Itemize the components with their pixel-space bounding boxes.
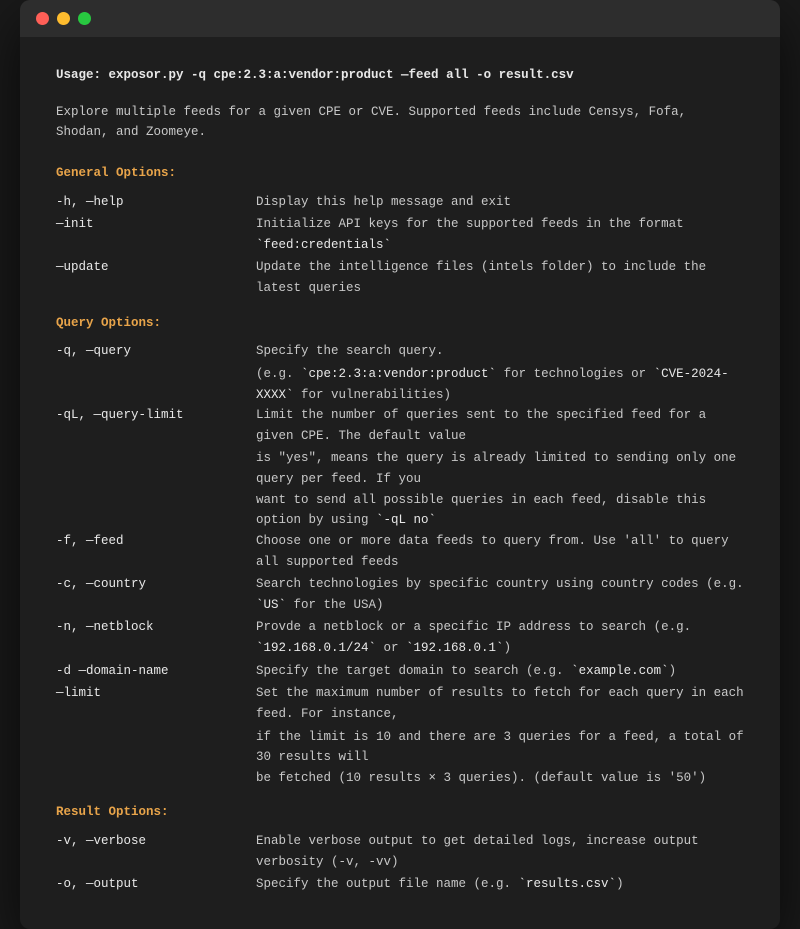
section-header-general: General Options: bbox=[56, 163, 744, 184]
opt-name: -d —domain-name bbox=[56, 661, 256, 682]
opt-name: —update bbox=[56, 257, 256, 298]
opt-desc: Limit the number of queries sent to the … bbox=[256, 405, 744, 446]
opt-name-blank bbox=[56, 490, 256, 531]
option-limit-cont2: be fetched (10 results × 3 queries). (de… bbox=[56, 768, 744, 789]
opt-desc: is "yes", means the query is already lim… bbox=[256, 448, 744, 489]
opt-desc: Choose one or more data feeds to query f… bbox=[256, 531, 744, 572]
option-init: —init Initialize API keys for the suppor… bbox=[56, 214, 744, 255]
option-limit: —limit Set the maximum number of results… bbox=[56, 683, 744, 724]
opt-name-blank bbox=[56, 727, 256, 768]
opt-desc: (e.g. `cpe:2.3:a:vendor:product` for tec… bbox=[256, 364, 744, 405]
option-query: -q, —query Specify the search query. bbox=[56, 341, 744, 362]
option-limit-cont1: if the limit is 10 and there are 3 queri… bbox=[56, 727, 744, 768]
option-output: -o, —output Specify the output file name… bbox=[56, 874, 744, 895]
opt-desc: be fetched (10 results × 3 queries). (de… bbox=[256, 768, 744, 789]
terminal-content: Usage: exposor.py -q cpe:2.3:a:vendor:pr… bbox=[20, 37, 780, 929]
minimize-button[interactable] bbox=[57, 12, 70, 25]
opt-name: -v, —verbose bbox=[56, 831, 256, 872]
option-netblock: -n, —netblock Provde a netblock or a spe… bbox=[56, 617, 744, 658]
opt-name-blank bbox=[56, 448, 256, 489]
opt-desc: Initialize API keys for the supported fe… bbox=[256, 214, 744, 255]
option-country: -c, —country Search technologies by spec… bbox=[56, 574, 744, 615]
opt-desc: Specify the search query. bbox=[256, 341, 744, 362]
section-header-result: Result Options: bbox=[56, 802, 744, 823]
opt-desc: Display this help message and exit bbox=[256, 192, 744, 213]
option-domain: -d —domain-name Specify the target domai… bbox=[56, 661, 744, 682]
option-query-limit-cont2: want to send all possible queries in eac… bbox=[56, 490, 744, 531]
opt-name-blank bbox=[56, 364, 256, 405]
option-query-limit: -qL, —query-limit Limit the number of qu… bbox=[56, 405, 744, 446]
opt-desc: if the limit is 10 and there are 3 queri… bbox=[256, 727, 744, 768]
opt-desc: Update the intelligence files (intels fo… bbox=[256, 257, 744, 298]
opt-desc: Specify the output file name (e.g. `resu… bbox=[256, 874, 744, 895]
opt-desc: Specify the target domain to search (e.g… bbox=[256, 661, 744, 682]
opt-name: -f, —feed bbox=[56, 531, 256, 572]
option-feed: -f, —feed Choose one or more data feeds … bbox=[56, 531, 744, 572]
option-verbose: -v, —verbose Enable verbose output to ge… bbox=[56, 831, 744, 872]
opt-name: -q, —query bbox=[56, 341, 256, 362]
option-query-limit-cont1: is "yes", means the query is already lim… bbox=[56, 448, 744, 489]
opt-name: -o, —output bbox=[56, 874, 256, 895]
option-help: -h, —help Display this help message and … bbox=[56, 192, 744, 213]
opt-desc: want to send all possible queries in eac… bbox=[256, 490, 744, 531]
section-header-query: Query Options: bbox=[56, 313, 744, 334]
opt-name: -h, —help bbox=[56, 192, 256, 213]
option-update: —update Update the intelligence files (i… bbox=[56, 257, 744, 298]
opt-name: -n, —netblock bbox=[56, 617, 256, 658]
opt-name: -qL, —query-limit bbox=[56, 405, 256, 446]
maximize-button[interactable] bbox=[78, 12, 91, 25]
description-line: Explore multiple feeds for a given CPE o… bbox=[56, 102, 744, 143]
titlebar bbox=[20, 0, 780, 37]
opt-desc: Enable verbose output to get detailed lo… bbox=[256, 831, 744, 872]
opt-name: —limit bbox=[56, 683, 256, 724]
usage-line: Usage: exposor.py -q cpe:2.3:a:vendor:pr… bbox=[56, 65, 744, 86]
opt-desc: Search technologies by specific country … bbox=[256, 574, 744, 615]
opt-desc: Provde a netblock or a specific IP addre… bbox=[256, 617, 744, 658]
terminal-window: Usage: exposor.py -q cpe:2.3:a:vendor:pr… bbox=[20, 0, 780, 929]
option-query-cont: (e.g. `cpe:2.3:a:vendor:product` for tec… bbox=[56, 364, 744, 405]
close-button[interactable] bbox=[36, 12, 49, 25]
opt-desc: Set the maximum number of results to fet… bbox=[256, 683, 744, 724]
opt-name: —init bbox=[56, 214, 256, 255]
opt-name: -c, —country bbox=[56, 574, 256, 615]
opt-name-blank bbox=[56, 768, 256, 789]
